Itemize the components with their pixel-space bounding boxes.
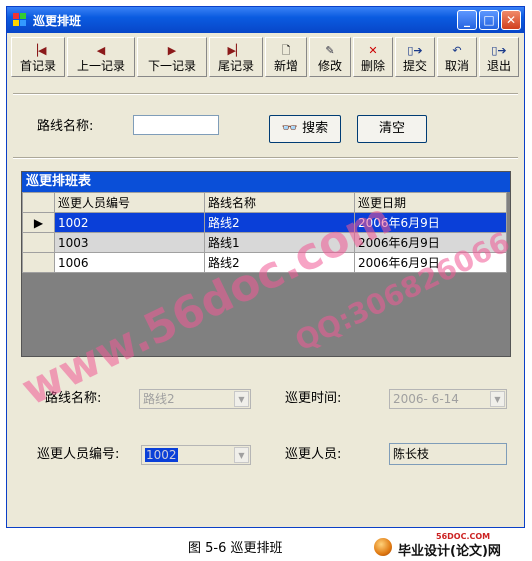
binoculars-icon: 👓 (281, 121, 299, 136)
minimize-icon: _ (464, 13, 470, 27)
last-record-icon: ▶▏ (227, 44, 245, 57)
chevron-down-icon: ▼ (234, 391, 249, 407)
cell-date[interactable]: 2006年6月9日 (354, 232, 507, 253)
next-record-button[interactable]: ▶ 下一记录 (137, 37, 207, 77)
grid-header-row: 巡更人员编号 路线名称 巡更日期 (22, 192, 507, 213)
cell-route[interactable]: 路线2 (204, 212, 355, 233)
chevron-down-icon: ▼ (490, 391, 505, 407)
last-record-button[interactable]: ▶▏ 尾记录 (209, 37, 263, 77)
staff-name-field[interactable]: 陈长枝 (389, 443, 507, 465)
submit-button[interactable]: ▯➔ 提交 (395, 37, 435, 77)
first-record-icon: ▕◀ (29, 44, 47, 57)
cell-staff-id[interactable]: 1003 (54, 232, 205, 253)
minimize-button[interactable]: _ (457, 10, 477, 30)
table-row[interactable]: 1006 路线2 2006年6月9日 (22, 252, 507, 273)
close-icon: ✕ (505, 13, 517, 27)
title-bar[interactable]: 巡更排班 _ □ ✕ (7, 7, 524, 33)
row-indicator (22, 232, 55, 253)
figure-caption: 图 5-6 巡更排班 (188, 541, 283, 556)
row-indicator-header (22, 192, 55, 213)
prev-record-button[interactable]: ◀ 上一记录 (67, 37, 135, 77)
toolbar: ▕◀ 首记录 ◀ 上一记录 ▶ 下一记录 ▶▏ 尾记录 🗋 新增 ✎ 修改 ✕ … (11, 37, 521, 77)
edit-button[interactable]: ✎ 修改 (309, 37, 351, 77)
edit-icon: ✎ (325, 44, 335, 57)
route-name-label: 路线名称: (45, 391, 102, 406)
app-icon (13, 13, 26, 26)
clear-button[interactable]: 清空 (357, 115, 427, 143)
cell-staff-id[interactable]: 1006 (54, 252, 205, 273)
cancel-button[interactable]: ↶ 取消 (437, 37, 477, 77)
cell-staff-id[interactable]: 1002 (54, 212, 205, 233)
table-row[interactable]: 1003 路线1 2006年6月9日 (22, 232, 507, 253)
separator (13, 93, 518, 95)
window-title: 巡更排班 (33, 14, 82, 28)
close-button[interactable]: ✕ (501, 10, 521, 30)
schedule-grid: 巡更排班表 巡更人员编号 路线名称 巡更日期 ▶ 1002 路线2 2006年6… (21, 171, 511, 357)
main-window: 巡更排班 _ □ ✕ ▕◀ 首记录 ◀ 上一记录 ▶ 下一记录 ▶▏ 尾记录 🗋 (6, 6, 525, 528)
first-record-button[interactable]: ▕◀ 首记录 (11, 37, 65, 77)
separator (13, 157, 518, 159)
staff-id-select[interactable]: 1002 ▼ (141, 445, 251, 465)
search-button[interactable]: 👓 搜索 (269, 115, 341, 143)
new-button[interactable]: 🗋 新增 (265, 37, 307, 77)
search-route-input[interactable] (133, 115, 219, 135)
delete-button[interactable]: ✕ 删除 (353, 37, 393, 77)
column-header-route[interactable]: 路线名称 (204, 192, 355, 213)
search-route-label: 路线名称: (37, 119, 94, 134)
cell-route[interactable]: 路线1 (204, 232, 355, 253)
staff-id-label: 巡更人员编号: (37, 447, 120, 462)
chevron-down-icon: ▼ (234, 447, 249, 463)
column-header-date[interactable]: 巡更日期 (354, 192, 507, 213)
patrol-time-picker[interactable]: 2006- 6-14 ▼ (389, 389, 507, 409)
prev-record-icon: ◀ (96, 44, 106, 57)
globe-icon (374, 538, 392, 556)
maximize-button[interactable]: □ (479, 10, 499, 30)
row-indicator (22, 252, 55, 273)
site-logo: 56DOC.COM 毕业设计(论文)网 (372, 532, 530, 559)
exit-icon: ▯➔ (491, 44, 507, 57)
undo-icon: ↶ (452, 44, 462, 57)
next-record-icon: ▶ (167, 44, 177, 57)
route-name-select[interactable]: 路线2 ▼ (139, 389, 251, 409)
staff-name-label: 巡更人员: (285, 447, 342, 462)
submit-icon: ▯➔ (407, 44, 423, 57)
delete-icon: ✕ (368, 44, 378, 57)
current-row-icon: ▶ (22, 212, 55, 233)
cell-date[interactable]: 2006年6月9日 (354, 252, 507, 273)
new-document-icon: 🗋 (281, 44, 291, 57)
grid-table: 巡更人员编号 路线名称 巡更日期 ▶ 1002 路线2 2006年6月9日 10… (22, 192, 507, 273)
table-row[interactable]: ▶ 1002 路线2 2006年6月9日 (22, 212, 507, 233)
maximize-icon: □ (483, 13, 495, 27)
exit-button[interactable]: ▯➔ 退出 (479, 37, 519, 77)
column-header-staff-id[interactable]: 巡更人员编号 (54, 192, 205, 213)
patrol-time-label: 巡更时间: (285, 391, 342, 406)
cell-route[interactable]: 路线2 (204, 252, 355, 273)
grid-caption: 巡更排班表 (22, 172, 510, 192)
cell-date[interactable]: 2006年6月9日 (354, 212, 507, 233)
